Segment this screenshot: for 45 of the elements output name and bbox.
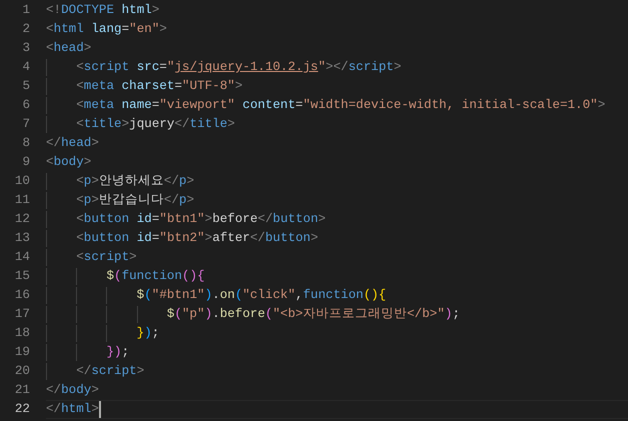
code-line[interactable]: <meta charset="UTF-8"> [76,78,243,95]
code-line[interactable]: $("#btn1").on("click",function(){ [136,287,386,304]
line-number: 21 [14,382,30,400]
line-number: 20 [14,363,30,380]
code-line[interactable]: <html lang="en"> [46,21,167,38]
line-number: 18 [14,325,30,342]
line-number: 17 [14,306,30,324]
line-number: 4 [21,59,30,76]
line-number: 12 [14,211,30,228]
line-number: 16 [14,287,30,304]
line-number: 3 [21,40,30,58]
line-number: 11 [14,192,30,210]
line-number: 15 [14,268,30,286]
line-number: 19 [14,344,30,362]
code-line[interactable]: <meta name="viewport" content="width=device-width, initial-scale=1.0"> [76,97,606,114]
code-line[interactable]: }); [136,325,160,342]
code-line[interactable]: </html> [46,401,101,418]
line-number: 2 [21,21,30,38]
code-line[interactable]: <script> [76,249,137,266]
line-number: 22 [14,401,30,418]
code-line[interactable]: <button id="btn1">before</button> [76,211,326,228]
line-number: 9 [21,154,30,172]
line-number: 6 [21,97,30,114]
code-line[interactable]: $("p").before("<b>자바프로그래밍반</b>"); [166,306,460,323]
code-line[interactable]: <body> [46,154,92,171]
code-line[interactable]: <p>안녕하세요</p> [76,173,194,190]
line-number: 8 [21,135,30,152]
code-line[interactable]: </script> [76,363,144,380]
code-line[interactable]: }); [106,344,130,361]
code-line[interactable]: <head> [46,40,92,57]
line-number: 1 [21,2,30,20]
code-line[interactable]: <script src="js/jquery-1.10.2.js"></script> [76,59,402,76]
code-line[interactable]: $(function(){ [106,268,205,285]
line-number: 10 [14,173,30,190]
line-number: 5 [21,78,30,96]
code-line[interactable]: <title>jquery</title> [76,116,235,133]
line-number: 7 [21,116,30,134]
code-line[interactable]: <!DOCTYPE html> [46,2,160,19]
code-line[interactable]: </head> [46,135,99,152]
code-line[interactable]: </body> [46,382,99,399]
line-number: 14 [14,249,30,266]
code-line[interactable]: <p>반갑습니다</p> [76,192,194,209]
line-number: 13 [14,230,30,248]
code-line[interactable]: <button id="btn2">after</button> [76,230,318,247]
text-cursor [98,401,101,418]
